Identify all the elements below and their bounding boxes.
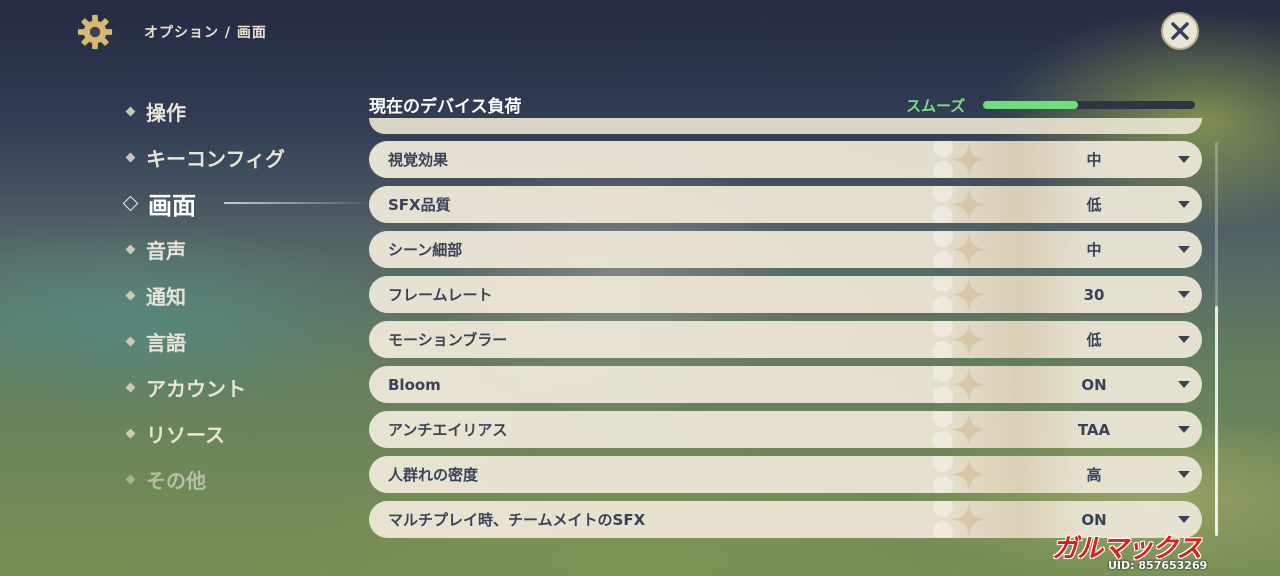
device-load-status: スムーズ (906, 97, 966, 115)
dropdown-arrow-icon[interactable] (1178, 246, 1190, 253)
breadcrumb: オプション / 画面 (144, 25, 267, 41)
sidebar-item-label: 画面 (148, 191, 196, 220)
diamond-icon (122, 195, 139, 211)
setting-row[interactable]: シーン細部 中 (369, 231, 1202, 268)
diamond-icon (125, 152, 136, 162)
sidebar-item-audio[interactable]: 音声 (124, 226, 374, 272)
dropdown-arrow-icon[interactable] (1178, 426, 1190, 433)
dropdown-arrow-icon[interactable] (1178, 381, 1190, 388)
dropdown-arrow-icon[interactable] (1178, 201, 1190, 208)
setting-row[interactable]: フレームレート 30 (369, 276, 1202, 313)
star-ornament-icon (933, 231, 987, 268)
setting-label: SFX品質 (388, 196, 451, 214)
setting-row[interactable]: SFX品質 低 (369, 186, 1202, 223)
sidebar-item-label: キーコンフィグ (146, 146, 285, 171)
setting-value[interactable]: 低 (1059, 329, 1129, 350)
star-ornament-icon (933, 276, 987, 313)
setting-row[interactable]: Bloom ON (369, 366, 1202, 403)
setting-label: シーン細部 (388, 241, 463, 259)
uid-label: UID: 857653269 (1108, 559, 1208, 572)
sidebar-item-controls[interactable]: 操作 (124, 88, 374, 134)
star-ornament-icon (933, 366, 987, 403)
device-load-fill (983, 101, 1079, 109)
setting-label: Bloom (388, 375, 441, 394)
dropdown-arrow-icon[interactable] (1178, 471, 1190, 478)
setting-row[interactable]: 視覚効果 中 (369, 141, 1202, 178)
star-ornament-icon (933, 141, 987, 178)
star-ornament-icon (933, 321, 987, 358)
diamond-icon (125, 244, 136, 254)
scrollbar[interactable] (1215, 142, 1218, 536)
setting-label: アンチエイリアス (388, 421, 508, 439)
setting-row[interactable]: アンチエイリアス TAA (369, 411, 1202, 448)
setting-label: モーションブラー (388, 331, 508, 349)
close-icon (1171, 22, 1189, 40)
setting-label: 視覚効果 (388, 151, 449, 169)
sidebar-item-resources[interactable]: リソース (124, 410, 374, 456)
setting-value[interactable]: ON (1059, 511, 1129, 529)
star-ornament-icon (933, 456, 987, 493)
device-load-bar (983, 101, 1195, 109)
scrollbar-thumb[interactable] (1215, 306, 1218, 536)
gear-icon (77, 14, 113, 50)
setting-value[interactable]: TAA (1059, 421, 1129, 439)
setting-label: マルチプレイ時、チームメイトのSFX (388, 511, 646, 529)
sidebar: 操作 キーコンフィグ 画面 音声 通知 言語 アカウント リソース その他 (122, 88, 374, 502)
setting-value[interactable]: 30 (1059, 286, 1129, 304)
setting-label: 人群れの密度 (388, 466, 479, 484)
sidebar-item-label: 音声 (146, 238, 186, 263)
diamond-icon (125, 336, 136, 346)
sidebar-item-account[interactable]: アカウント (124, 364, 374, 410)
setting-value[interactable]: 中 (1059, 239, 1129, 260)
sidebar-item-label: 操作 (146, 100, 186, 125)
sidebar-item-label: その他 (146, 468, 206, 493)
star-ornament-icon (933, 501, 987, 538)
diamond-icon (125, 290, 136, 300)
close-button[interactable] (1161, 12, 1199, 50)
diamond-icon (125, 428, 136, 438)
dropdown-arrow-icon[interactable] (1178, 156, 1190, 163)
star-ornament-icon (933, 411, 987, 448)
dropdown-arrow-icon[interactable] (1178, 336, 1190, 343)
diamond-icon (125, 474, 136, 484)
setting-value[interactable]: 中 (1059, 149, 1129, 170)
setting-value[interactable]: 高 (1059, 464, 1129, 485)
diamond-icon (125, 382, 136, 392)
partial-setting-row (369, 118, 1202, 134)
setting-label: フレームレート (388, 286, 493, 304)
sidebar-item-label: アカウント (146, 376, 246, 401)
dropdown-arrow-icon[interactable] (1178, 291, 1190, 298)
sidebar-item-notifications[interactable]: 通知 (124, 272, 374, 318)
sidebar-item-key-config[interactable]: キーコンフィグ (124, 134, 374, 180)
sidebar-item-other[interactable]: その他 (124, 456, 374, 502)
sidebar-item-language[interactable]: 言語 (124, 318, 374, 364)
sidebar-item-display[interactable]: 画面 (122, 180, 374, 226)
setting-value[interactable]: ON (1059, 376, 1129, 394)
star-ornament-icon (933, 186, 987, 223)
sidebar-item-label: リソース (146, 422, 225, 447)
header: オプション / 画面 (76, 12, 267, 52)
settings-list: 視覚効果中 SFX品質低シーン細部中フレームレート 30 モーションブラー低 Bloom… (369, 141, 1202, 546)
setting-row[interactable]: 人群れの密度 高 (369, 456, 1202, 493)
dropdown-arrow-icon[interactable] (1178, 516, 1190, 523)
setting-row[interactable]: モーションブラー 低 (369, 321, 1202, 358)
diamond-icon (125, 106, 136, 116)
setting-value[interactable]: 低 (1059, 194, 1129, 215)
device-load-title: 現在のデバイス負荷 (369, 97, 522, 117)
sidebar-item-label: 通知 (146, 284, 186, 309)
sidebar-item-label: 言語 (146, 330, 186, 355)
